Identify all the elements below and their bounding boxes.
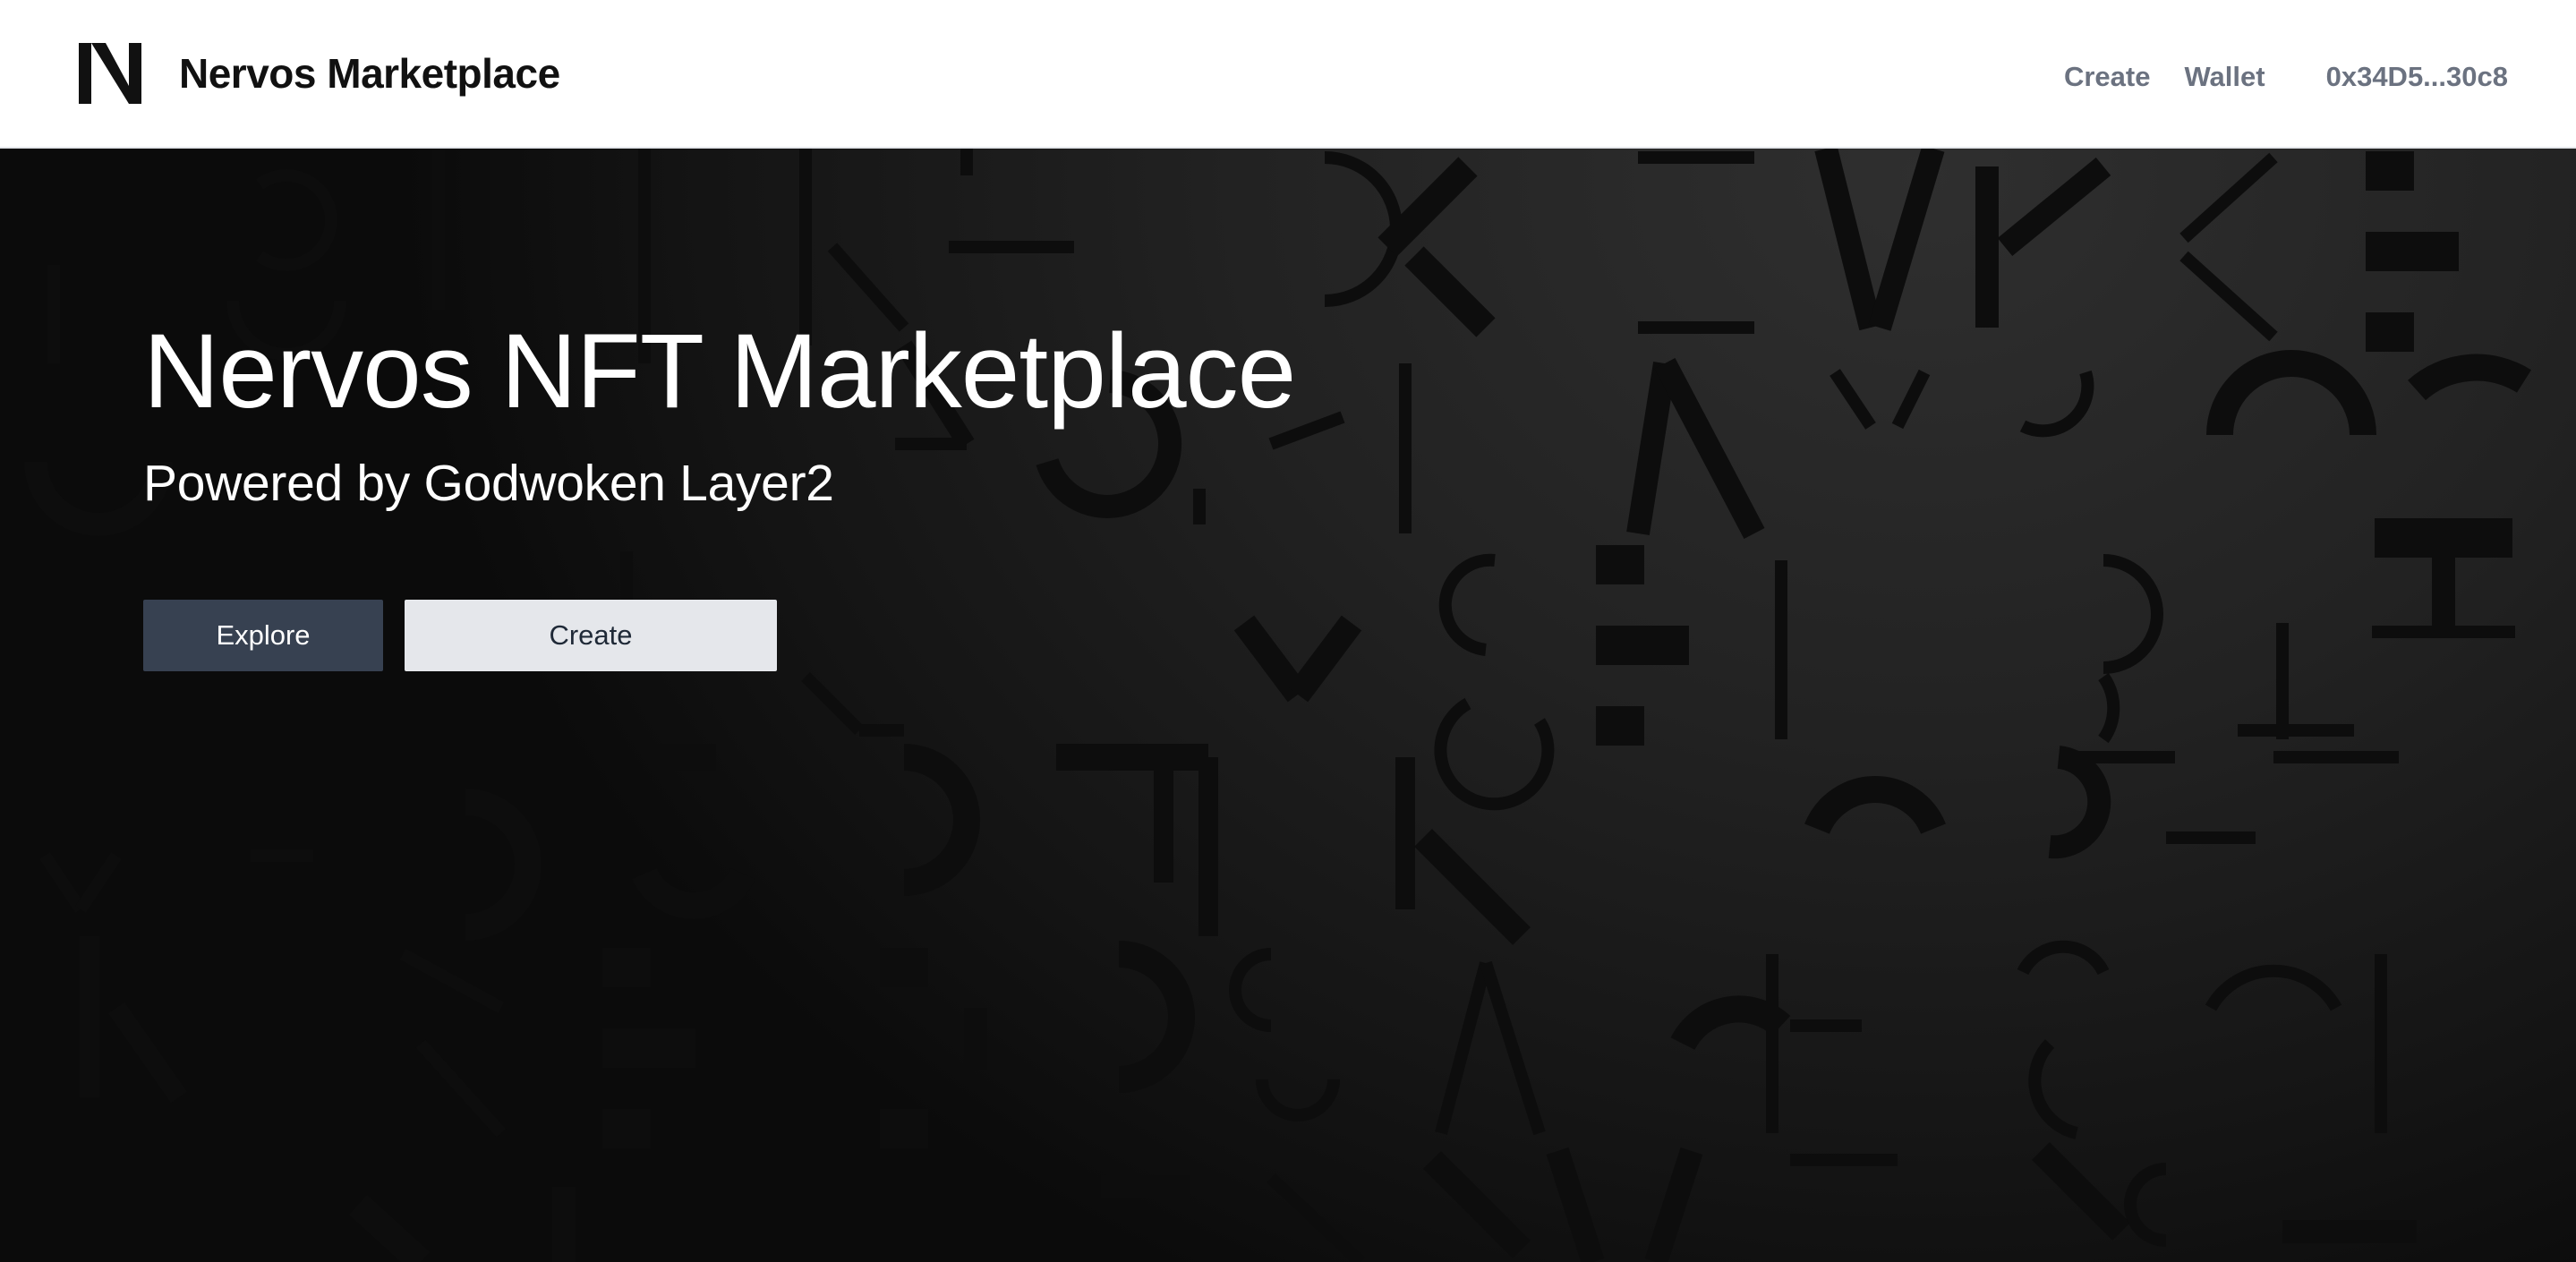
main-nav: Create Wallet 0x34D5...30c8	[2064, 61, 2508, 93]
hero-subtitle: Powered by Godwoken Layer2	[143, 455, 834, 512]
wallet-address-link[interactable]: 0x34D5...30c8	[2326, 61, 2508, 93]
create-button[interactable]: Create	[405, 600, 777, 671]
nav-wallet-link[interactable]: Wallet	[2184, 61, 2265, 93]
hero-text: Nervos NFT Marketplace Powered by Godwok…	[143, 312, 1296, 512]
hero-title: Nervos NFT Marketplace	[143, 312, 1296, 431]
brand-home-link[interactable]: Nervos Marketplace	[79, 43, 560, 104]
hero-actions: Explore Create	[143, 600, 777, 671]
nav-create-link[interactable]: Create	[2064, 61, 2151, 93]
brand-name: Nervos Marketplace	[179, 50, 560, 97]
explore-button[interactable]: Explore	[143, 600, 383, 671]
top-nav-bar: Nervos Marketplace Create Wallet 0x34D5.…	[0, 0, 2576, 149]
hero-banner: Nervos NFT Marketplace Powered by Godwok…	[0, 149, 2576, 1262]
nervos-logo-icon	[79, 43, 141, 104]
